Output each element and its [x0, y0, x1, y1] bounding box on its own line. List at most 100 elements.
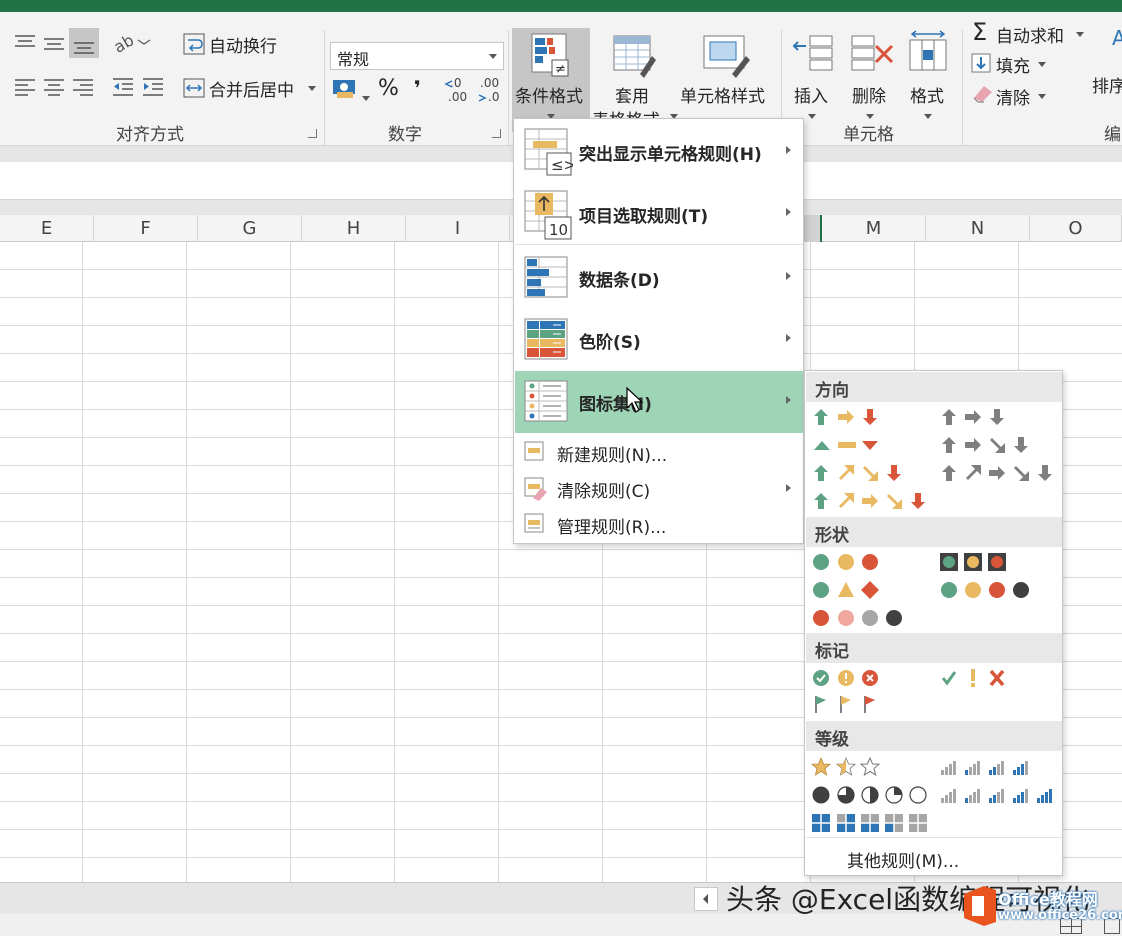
separator [324, 30, 325, 154]
autosum-dropdown-icon[interactable] [1076, 32, 1084, 37]
submenu-arrow-icon [786, 146, 791, 154]
selected-column-marker [804, 215, 822, 242]
percent-button[interactable]: % [378, 76, 399, 101]
menu-color-scales-label: 色阶(S) [579, 333, 641, 353]
format-as-table-button[interactable]: 套用 表格格式 [592, 28, 678, 132]
svg-text:ab: ab [112, 30, 137, 56]
increase-indent-icon[interactable] [140, 74, 166, 100]
menu-top-bottom-label: 项目选取规则(T) [579, 207, 709, 227]
clear-label[interactable]: 清除 [996, 84, 1030, 109]
clear-dropdown-icon[interactable] [1038, 94, 1046, 99]
shapes-4-traffic-lights [941, 582, 1029, 598]
fill-label[interactable]: 填充 [996, 52, 1030, 77]
top-ten-number: 10 [549, 221, 569, 239]
comma-button[interactable]: ❜ [414, 76, 421, 100]
menu-manage-rules[interactable]: 管理规则(R)... [515, 507, 803, 541]
column-header-n[interactable]: N [926, 215, 1030, 242]
number-format-select[interactable]: 常规 [330, 42, 504, 70]
align-bottom-icon[interactable] [69, 28, 99, 58]
sort-filter-label[interactable]: 排序 [1092, 72, 1122, 97]
ratings-5-quarters [812, 786, 927, 804]
ratings-5-bars [941, 789, 1052, 803]
submenu-arrow-icon [786, 334, 791, 342]
align-center-icon[interactable] [41, 74, 67, 100]
submenu-arrow-icon [786, 484, 791, 492]
menu-top-bottom-rules[interactable]: 10 项目选取规则(T) [515, 183, 803, 245]
orientation-icon[interactable]: ab [110, 30, 152, 57]
column-header-i[interactable]: I [406, 215, 510, 242]
directional-4-arrows-gray [942, 437, 1028, 453]
align-middle-icon[interactable] [41, 30, 67, 54]
merge-dropdown-icon[interactable] [308, 86, 316, 91]
menu-color-scales[interactable]: 色阶(S) [515, 309, 803, 371]
indicators-3-flags [815, 696, 875, 713]
fill-dropdown-icon[interactable] [1038, 62, 1046, 67]
conditional-formatting-menu: ≤> 突出显示单元格规则(H) 10 项目选取规则(T) 数据条(D) 色阶(S… [513, 118, 804, 544]
decrease-decimal-icon[interactable]: .00 .0 [476, 76, 506, 106]
increase-decimal-icon[interactable]: .0 .00 [444, 76, 474, 106]
format-button[interactable]: 格式 [902, 28, 956, 132]
indicators-3-symbols-circled [813, 670, 878, 686]
column-header-e[interactable]: E [0, 215, 94, 242]
align-left-icon[interactable] [12, 74, 38, 100]
data-bars-icon [524, 256, 568, 298]
menu-highlight-cells-label: 突出显示单元格规则(H) [579, 145, 762, 165]
column-header-m[interactable]: M [822, 215, 926, 242]
directional-icon-sets [814, 409, 1052, 509]
watermark-logo-url: www.office26.com [998, 908, 1122, 923]
delete-button[interactable]: 删除 [844, 28, 898, 132]
office-logo-icon [964, 886, 996, 926]
section-ratings: 等级 [806, 721, 1062, 751]
format-as-table-icon [613, 35, 656, 78]
separator [508, 30, 509, 154]
directional-3-arrows-gray [942, 409, 1004, 425]
ratings-4-bars [941, 761, 1028, 775]
ratings-3-stars [811, 757, 880, 776]
shapes-red-to-black [813, 610, 902, 626]
section-directional: 方向 [806, 372, 1062, 402]
menu-icon-sets[interactable]: 图标集(I) [515, 371, 803, 433]
menu-new-rule[interactable]: 新建规则(N)... [515, 435, 803, 469]
color-scales-icon [524, 318, 568, 360]
directional-4-arrows-colored [814, 465, 901, 481]
sort-filter-icon[interactable]: A [1112, 26, 1122, 50]
align-launcher-icon[interactable] [308, 129, 317, 138]
column-header-o[interactable]: O [1030, 215, 1122, 242]
column-header-h[interactable]: H [302, 215, 406, 242]
decrease-indent-icon[interactable] [110, 74, 136, 100]
menu-manage-rules-label: 管理规则(R)... [557, 518, 667, 538]
eraser-icon[interactable] [970, 82, 994, 104]
scroll-left-button[interactable] [694, 887, 718, 911]
icon-sets-icon [524, 380, 568, 422]
merge-center-icon[interactable] [182, 76, 206, 100]
menu-clear-rules[interactable]: 清除规则(C) [515, 471, 803, 505]
wrap-text-icon[interactable] [182, 32, 206, 56]
menu-data-bars[interactable]: 数据条(D) [515, 247, 803, 309]
more-rules-link[interactable]: 其他规则(M)... [847, 847, 959, 872]
wrap-text-label[interactable]: 自动换行 [209, 32, 277, 57]
conditional-formatting-button[interactable]: ≠ 条件格式 [512, 28, 590, 132]
align-group-label: 对齐方式 [116, 125, 184, 145]
align-top-icon[interactable] [12, 30, 38, 54]
currency-dropdown-icon[interactable] [362, 96, 370, 101]
menu-clear-rules-label: 清除规则(C) [557, 482, 651, 502]
column-header-f[interactable]: F [94, 215, 198, 242]
directional-3-arrows-colored [814, 409, 877, 425]
mouse-cursor-icon [626, 386, 644, 413]
number-launcher-icon[interactable] [492, 129, 501, 138]
align-right-icon[interactable] [70, 74, 96, 100]
currency-icon[interactable] [332, 76, 366, 102]
fill-down-icon[interactable] [970, 52, 992, 74]
insert-button[interactable]: 插入 [786, 28, 840, 132]
format-cells-icon [909, 30, 947, 71]
column-header-g[interactable]: G [198, 215, 302, 242]
chevron-down-icon [866, 114, 874, 119]
insert-icon [792, 35, 833, 71]
cell-styles-button[interactable]: 单元格样式 [680, 28, 776, 132]
sigma-icon[interactable]: Σ [972, 18, 987, 46]
merge-center-label[interactable]: 合并后居中 [209, 76, 294, 101]
format-as-table-label-1: 套用 [615, 87, 649, 107]
clear-rules-icon [524, 477, 547, 501]
autosum-label[interactable]: 自动求和 [996, 22, 1064, 47]
menu-highlight-cells-rules[interactable]: ≤> 突出显示单元格规则(H) [515, 121, 803, 183]
